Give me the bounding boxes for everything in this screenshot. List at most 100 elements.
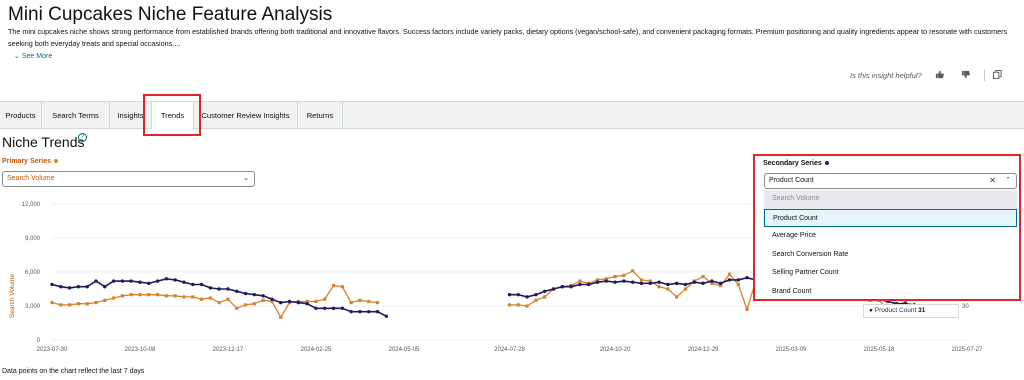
- search-volume-point: [120, 294, 124, 298]
- search-volume-point: [261, 298, 265, 302]
- x-tick-label: 2024-05-05: [389, 347, 420, 353]
- search-volume-point: [727, 272, 732, 276]
- search-volume-point: [701, 274, 705, 279]
- product-count-point: [674, 281, 679, 286]
- primary-series-value: Search Volume: [7, 175, 55, 182]
- search-volume-point: [516, 303, 520, 307]
- product-count-point: [384, 314, 389, 318]
- product-count-point: [182, 280, 186, 284]
- tab-customer-review-insights[interactable]: Customer Review Insights: [194, 102, 298, 129]
- product-count-point: [648, 281, 652, 286]
- product-count-point: [85, 285, 89, 289]
- search-volume-point: [675, 295, 679, 299]
- search-volume-point: [543, 295, 547, 299]
- search-volume-point: [525, 304, 529, 308]
- option-search-conversion-rate[interactable]: Search Conversion Rate: [764, 246, 1017, 265]
- see-more-link[interactable]: ⌄ See More: [14, 52, 52, 60]
- secondary-series-dot: [824, 161, 829, 166]
- info-icon[interactable]: ?: [78, 133, 87, 142]
- chevron-up-icon[interactable]: ⌃: [1005, 174, 1011, 188]
- product-count-point: [217, 287, 221, 291]
- primary-series-label-text: Primary Series: [2, 158, 52, 165]
- thumbs-down-icon[interactable]: [961, 70, 970, 81]
- primary-series-label: Primary Series: [2, 158, 59, 165]
- product-count-point: [287, 299, 292, 304]
- chart-footnote: Data points on the chart reflect the las…: [2, 368, 145, 375]
- product-count-point: [604, 279, 608, 283]
- product-count-point: [630, 280, 635, 284]
- product-count-point: [718, 281, 723, 286]
- search-volume-point: [683, 287, 688, 291]
- search-volume-point: [103, 298, 107, 302]
- product-count-point: [50, 282, 54, 287]
- search-volume-point: [314, 299, 318, 304]
- product-count-point: [613, 280, 617, 284]
- option-average-price[interactable]: Average Price: [764, 227, 1017, 246]
- search-volume-point: [736, 282, 740, 287]
- tab-returns[interactable]: Returns: [298, 102, 343, 129]
- search-volume-point: [76, 302, 80, 306]
- insight-card: Mini Cupcakes Niche Feature Analysis The…: [0, 0, 1024, 100]
- tab-products[interactable]: Products: [0, 102, 42, 129]
- product-count-point: [155, 279, 160, 283]
- clear-icon[interactable]: ✕: [989, 174, 996, 188]
- niche-trends-title: Niche Trends: [2, 134, 85, 150]
- product-count-point: [76, 285, 81, 289]
- secondary-series-panel: Secondary Series Product Count ✕ ⌃ Searc…: [753, 154, 1021, 301]
- product-count-point: [261, 294, 265, 298]
- product-count-point: [375, 309, 380, 314]
- tooltip-dot-icon: ●: [869, 307, 873, 314]
- product-count-line: [51, 277, 387, 317]
- trends-tab-highlight: [143, 94, 201, 136]
- search-volume-point: [199, 297, 204, 301]
- search-volume-point: [367, 299, 371, 304]
- option-product-count[interactable]: Product Count: [764, 208, 1017, 227]
- product-count-point: [595, 280, 600, 284]
- chevron-down-icon: ⌄: [14, 53, 20, 60]
- search-volume-point: [323, 297, 327, 301]
- y-axis-ticks: 0 3,000 6,000 9,000 12,000: [22, 202, 41, 344]
- search-volume-point: [745, 307, 749, 311]
- x-tick-label: 2025-07-27: [952, 347, 983, 353]
- y-tick-label: 3,000: [25, 304, 41, 310]
- search-volume-point: [622, 273, 626, 277]
- secondary-series-options: Search Volume Product Count Average Pric…: [764, 190, 1017, 301]
- y-tick-label: 6,000: [25, 270, 41, 276]
- separator: [984, 70, 985, 81]
- option-selling-partner-count[interactable]: Selling Partner Count: [764, 264, 1017, 283]
- search-volume-point: [507, 303, 512, 307]
- product-count-point: [367, 309, 371, 314]
- option-brand-count[interactable]: Brand Count: [764, 283, 1017, 302]
- search-volume-point: [631, 269, 635, 273]
- search-volume-point: [59, 303, 63, 307]
- search-volume-point: [217, 301, 221, 305]
- x-tick-label: 2024-10-20: [600, 347, 631, 353]
- secondary-series-select[interactable]: Product Count ✕ ⌃: [764, 173, 1017, 189]
- thumbs-up-icon[interactable]: [935, 70, 944, 81]
- primary-series-dot: [54, 159, 59, 164]
- copy-icon[interactable]: [993, 70, 1002, 81]
- product-count-point: [727, 278, 732, 282]
- tab-search-terms[interactable]: Search Terms: [42, 102, 110, 129]
- search-volume-point: [666, 287, 670, 291]
- product-count-point: [710, 279, 714, 283]
- primary-series-select[interactable]: Search Volume ⌄: [2, 171, 255, 187]
- insight-title: Mini Cupcakes Niche Feature Analysis: [8, 4, 333, 25]
- product-count-point: [208, 286, 213, 290]
- product-count-point: [305, 302, 309, 306]
- product-count-point: [94, 279, 98, 283]
- product-count-point: [147, 281, 151, 286]
- search-volume-line: [51, 284, 378, 319]
- product-count-point: [103, 285, 107, 289]
- product-count-point: [67, 286, 72, 290]
- product-count-point: [525, 295, 529, 299]
- search-volume-point: [534, 298, 538, 302]
- helpful-question: Is this insight helpful?: [850, 71, 922, 80]
- product-count-point: [111, 279, 116, 283]
- x-axis-ticks: 2023-07-30 2023-10-08 2023-12-17 2024-02-25…: [37, 347, 983, 353]
- product-count-point: [279, 300, 283, 305]
- see-more-label: See More: [21, 53, 53, 60]
- search-volume-point: [155, 293, 160, 297]
- search-volume-point: [639, 278, 644, 282]
- product-count-point: [314, 306, 318, 310]
